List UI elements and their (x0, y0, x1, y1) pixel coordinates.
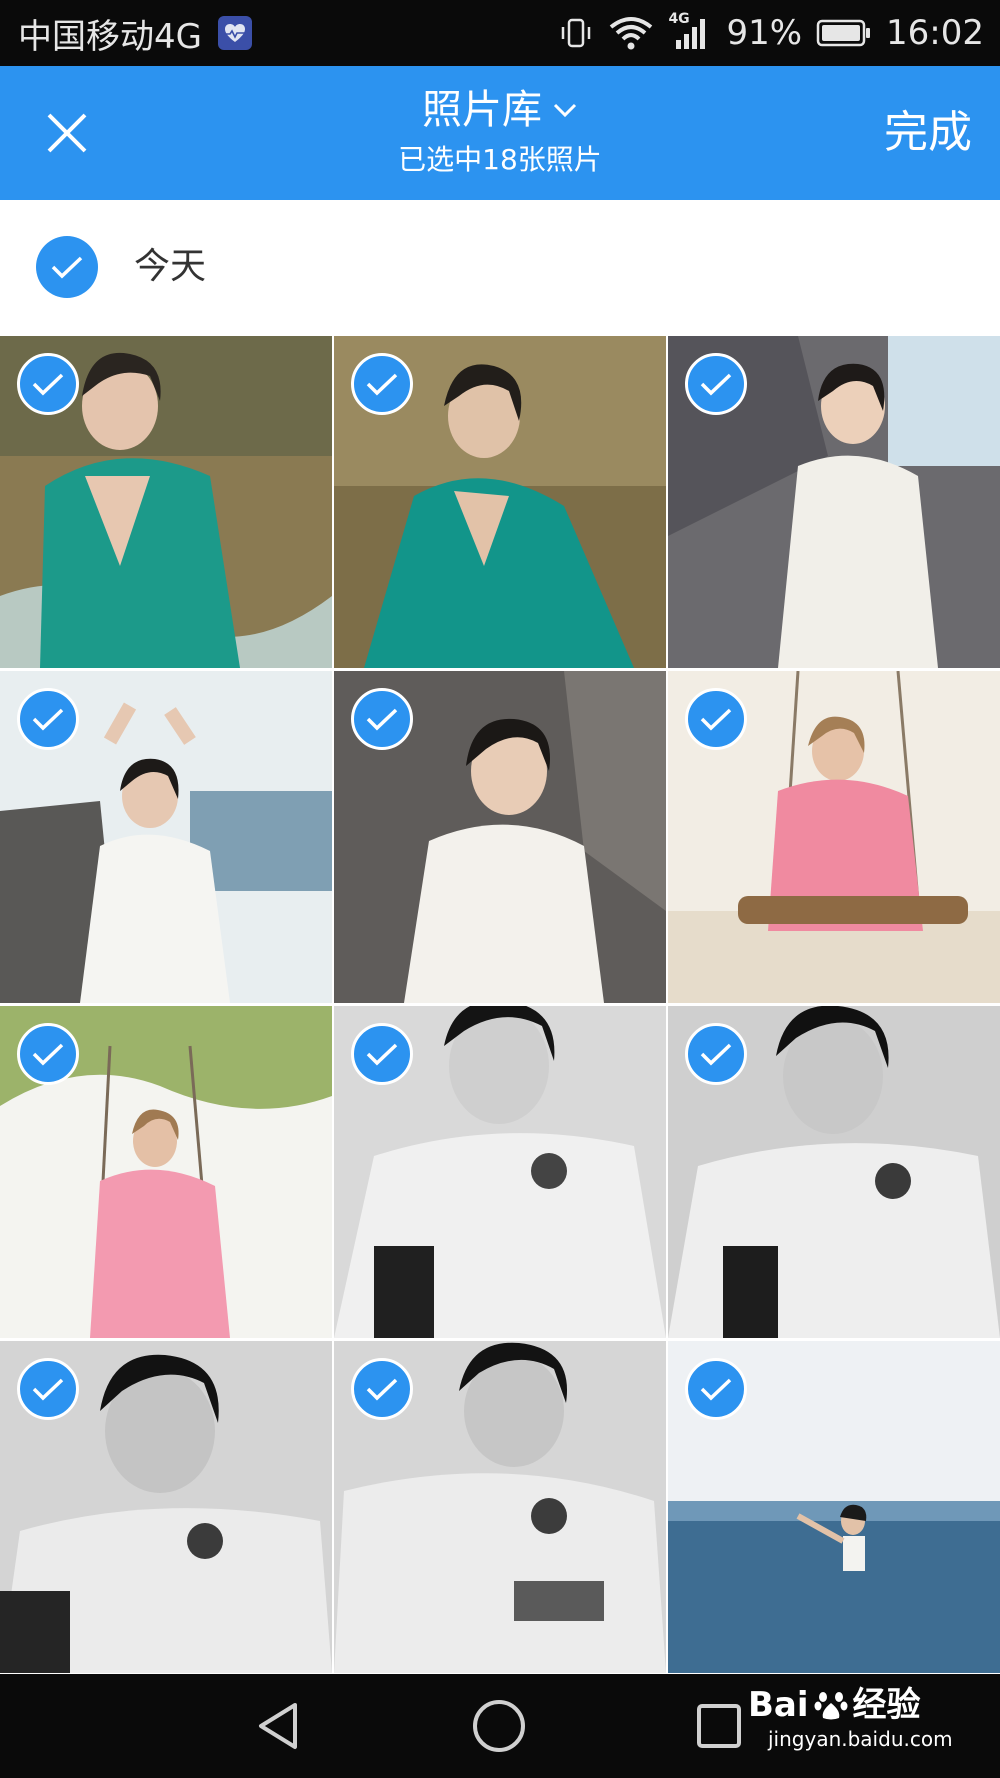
checkmark-icon (366, 373, 398, 396)
carrier-label: 中国移动4G (18, 16, 202, 57)
photo-thumbnail[interactable] (0, 1006, 332, 1338)
title-center: 照片库 已选中18张照片 (250, 84, 750, 180)
photo-selected-checkbox[interactable] (351, 1023, 413, 1085)
photo-selected-checkbox[interactable] (351, 688, 413, 750)
photo-thumbnail[interactable] (668, 1006, 1000, 1338)
watermark-brand-left: Bai (748, 1685, 809, 1725)
photo-selected-checkbox[interactable] (685, 688, 747, 750)
album-dropdown[interactable]: 照片库 (422, 84, 578, 136)
vibrate-icon (558, 15, 594, 51)
checkmark-icon (366, 708, 398, 731)
paw-icon (813, 1687, 849, 1723)
photo-selected-checkbox[interactable] (351, 353, 413, 415)
photo-grid (0, 336, 1000, 1674)
photo-selected-checkbox[interactable] (685, 1358, 747, 1420)
checkmark-icon (32, 1378, 64, 1401)
checkmark-icon (700, 708, 732, 731)
checkmark-icon (32, 708, 64, 731)
status-left: 中国移动4G (18, 0, 252, 66)
date-label: 今天 (134, 246, 207, 287)
health-app-icon (217, 16, 252, 50)
close-button[interactable] (22, 88, 112, 178)
photo-selected-checkbox[interactable] (17, 1023, 79, 1085)
network-badge: 4G (668, 11, 690, 27)
photo-thumbnail[interactable] (0, 671, 332, 1003)
signal-icon: 4G (668, 11, 712, 51)
photo-selected-checkbox[interactable] (685, 1023, 747, 1085)
checkmark-icon (700, 1043, 732, 1066)
battery-percent: 91% (726, 13, 803, 53)
photo-thumbnail[interactable] (668, 336, 1000, 668)
title-bar: 照片库 已选中18张照片 完成 (0, 66, 1000, 200)
photo-selected-checkbox[interactable] (685, 353, 747, 415)
baidu-jingyan-watermark: Bai 经验 jingyan.baidu.com (748, 1684, 953, 1768)
recent-apps-square-icon (697, 1704, 741, 1748)
watermark-brand: Bai 经验 (748, 1684, 948, 1726)
done-button[interactable]: 完成 (884, 100, 972, 166)
checkmark-icon (32, 1043, 64, 1066)
wifi-icon (608, 15, 654, 51)
watermark-brand-right: 经验 (852, 1685, 921, 1725)
photo-selected-checkbox[interactable] (17, 353, 79, 415)
clock: 16:02 (886, 13, 984, 53)
checkmark-icon (700, 373, 732, 396)
status-right: 4G 91% 16:02 (558, 0, 984, 66)
select-all-checkbox[interactable] (36, 236, 98, 298)
home-circle-icon (473, 1700, 525, 1752)
photo-thumbnail[interactable] (0, 1341, 332, 1673)
watermark-url: jingyan.baidu.com (768, 1727, 953, 1751)
photo-thumbnail[interactable] (668, 1341, 1000, 1673)
selection-count: 已选中18张照片 (398, 143, 602, 176)
checkmark-icon (51, 256, 83, 279)
date-section-header: 今天 (0, 200, 1000, 336)
photo-thumbnail[interactable] (668, 671, 1000, 1003)
nav-home-button[interactable] (464, 1696, 534, 1756)
checkmark-icon (32, 373, 64, 396)
photo-thumbnail[interactable] (334, 1006, 666, 1338)
photo-selected-checkbox[interactable] (17, 688, 79, 750)
album-title: 照片库 (422, 87, 542, 133)
checkmark-icon (700, 1378, 732, 1401)
status-bar: 中国移动4G 4G 91% 16:02 (0, 0, 1000, 66)
checkmark-icon (366, 1378, 398, 1401)
photo-thumbnail[interactable] (334, 1341, 666, 1673)
photo-selected-checkbox[interactable] (351, 1358, 413, 1420)
chevron-down-icon (552, 100, 578, 120)
nav-recent-apps-button[interactable] (684, 1696, 754, 1756)
photo-thumbnail[interactable] (334, 671, 666, 1003)
nav-back-button[interactable] (243, 1696, 313, 1756)
checkmark-icon (366, 1043, 398, 1066)
photo-selected-checkbox[interactable] (17, 1358, 79, 1420)
battery-icon (816, 18, 872, 48)
back-triangle-icon (259, 1703, 297, 1749)
close-icon (47, 113, 87, 153)
photo-thumbnail[interactable] (334, 336, 666, 668)
photo-thumbnail[interactable] (0, 336, 332, 668)
